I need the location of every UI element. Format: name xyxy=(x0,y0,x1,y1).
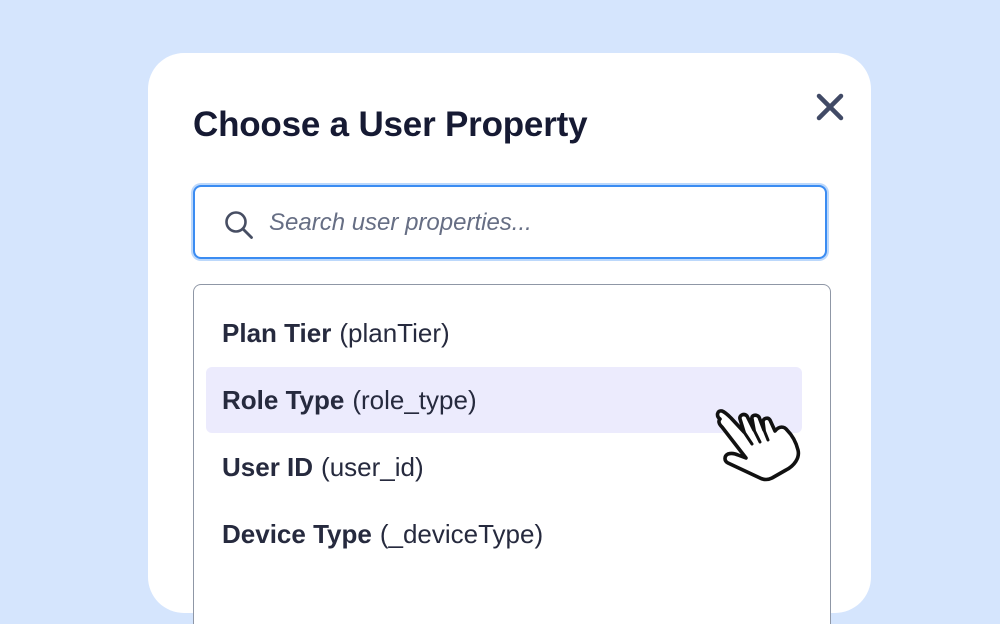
property-name: Device Type xyxy=(222,518,372,549)
close-icon xyxy=(816,93,844,121)
property-name: Plan Tier xyxy=(222,317,332,348)
property-key: (_deviceType) xyxy=(379,518,544,549)
property-picker-modal: Choose a User Property Plan Tier (planTi… xyxy=(148,53,871,624)
hand-pointer-icon xyxy=(715,409,801,482)
property-key: (user_id) xyxy=(321,451,424,482)
close-button[interactable] xyxy=(812,89,848,125)
search-icon xyxy=(225,211,253,239)
property-key: (role_type) xyxy=(352,384,477,415)
search-field[interactable] xyxy=(193,185,827,259)
list-item-role-type[interactable]: Role Type (role_type) xyxy=(206,367,802,433)
property-name: User ID xyxy=(222,451,314,482)
modal-title: Choose a User Property xyxy=(193,105,588,144)
search-input[interactable] xyxy=(269,201,809,245)
list-item-user-id[interactable]: User ID (user_id) xyxy=(206,434,802,500)
list-item-plan-tier[interactable]: Plan Tier (planTier) xyxy=(206,300,802,366)
list-item-device-type[interactable]: Device Type (_deviceType) xyxy=(206,501,802,567)
property-name: Role Type xyxy=(222,384,345,415)
property-key: (planTier) xyxy=(339,317,450,348)
